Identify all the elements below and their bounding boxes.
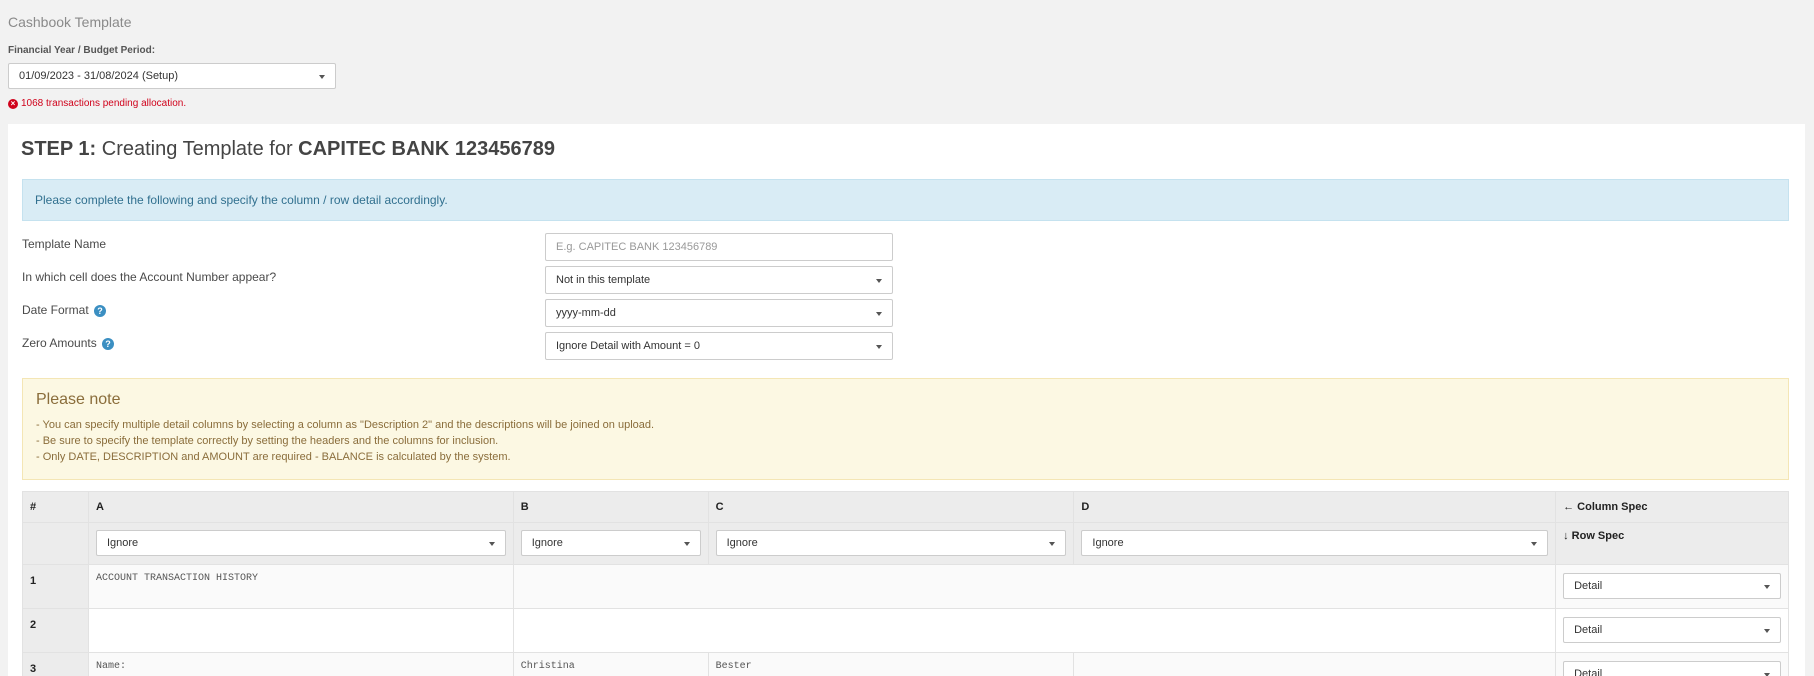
- chevron-down-icon: [1531, 542, 1538, 546]
- row-number: 1: [22, 564, 89, 609]
- table-row: 1 ACCOUNT TRANSACTION HISTORY Detail: [22, 564, 1789, 609]
- chevron-down-icon: [1764, 629, 1770, 633]
- pending-allocation-alert: × 1068 transactions pending allocation.: [8, 98, 186, 109]
- column-header-d: D: [1073, 491, 1557, 523]
- template-card: STEP 1: Creating Template for CAPITEC BA…: [8, 124, 1805, 676]
- row-spec-select[interactable]: Detail: [1563, 617, 1781, 643]
- account-cell-value: Not in this template: [556, 274, 651, 286]
- note-line: - Only DATE, DESCRIPTION and AMOUNT are …: [36, 451, 511, 463]
- column-a-select[interactable]: Ignore: [95, 530, 506, 556]
- row-cell-a: [87, 608, 514, 653]
- row-cell-b: [512, 564, 1557, 609]
- row-cell-a: Name:: [87, 652, 514, 676]
- financial-year-label: Financial Year / Budget Period:: [8, 45, 156, 56]
- column-header-c: C: [707, 491, 1075, 523]
- column-header-a: A: [87, 491, 514, 523]
- step-title: STEP 1: Creating Template for CAPITEC BA…: [21, 138, 555, 161]
- column-header-b: B: [512, 491, 709, 523]
- step-prefix: STEP 1:: [21, 138, 97, 160]
- row-spec-select[interactable]: Detail: [1563, 661, 1781, 676]
- column-a-select-value: Ignore: [106, 537, 139, 549]
- chevron-down-icon: [683, 542, 690, 546]
- step-bank-name: CAPITEC BANK 123456789: [298, 138, 555, 160]
- note-line: - You can specify multiple detail column…: [36, 419, 655, 431]
- error-circle-icon: ×: [8, 98, 18, 109]
- row-spec-label: ↓ Row Spec: [1555, 522, 1789, 565]
- chevron-down-icon: [876, 312, 882, 316]
- column-c-select-value: Ignore: [726, 537, 758, 549]
- chevron-down-icon: [1049, 542, 1056, 546]
- chevron-down-icon: [488, 542, 495, 546]
- info-alert: Please complete the following and specif…: [22, 179, 1789, 221]
- template-name-label: Template Name: [22, 237, 107, 251]
- account-cell-label: In which cell does the Account Number ap…: [22, 270, 277, 284]
- chevron-down-icon: [1764, 585, 1770, 589]
- date-format-value: yyyy-mm-dd: [556, 307, 616, 319]
- account-cell-select[interactable]: Not in this template: [545, 266, 893, 294]
- row-number: 3: [22, 652, 89, 676]
- financial-year-select[interactable]: 01/09/2023 - 31/08/2024 (Setup): [8, 63, 336, 89]
- grid-hash-header: #: [22, 491, 89, 523]
- chevron-down-icon: [319, 75, 325, 79]
- chevron-down-icon: [876, 345, 882, 349]
- date-format-label: Date Format: [22, 303, 89, 317]
- row-spec-cell: Detail: [1555, 564, 1789, 609]
- zero-amounts-value: Ignore Detail with Amount = 0: [556, 340, 700, 352]
- note-alert: Please note - You can specify multiple d…: [22, 378, 1789, 480]
- column-d-select[interactable]: Ignore: [1081, 530, 1549, 556]
- zero-amounts-select[interactable]: Ignore Detail with Amount = 0: [545, 332, 893, 360]
- chevron-down-icon: [876, 279, 882, 283]
- step-middle: Creating Template for: [96, 138, 299, 160]
- grid-blank-cell: [22, 522, 89, 565]
- row-spec-select[interactable]: Detail: [1563, 573, 1781, 599]
- row-spec-value: Detail: [1574, 668, 1603, 676]
- financial-year-value: 01/09/2023 - 31/08/2024 (Setup): [19, 70, 179, 82]
- page-title: Cashbook Template: [8, 14, 132, 30]
- column-b-select-cell: Ignore: [512, 522, 709, 565]
- pending-allocation-text: 1068 transactions pending allocation.: [21, 98, 187, 109]
- column-c-select[interactable]: Ignore: [715, 530, 1067, 556]
- table-row: 3 Name: Christina Bester Detail: [22, 652, 1789, 676]
- row-spec-cell: Detail: [1555, 652, 1789, 676]
- date-format-row: Date Format ?: [22, 303, 107, 317]
- row-spec-cell: Detail: [1555, 608, 1789, 653]
- row-spec-value: Detail: [1574, 580, 1603, 592]
- column-b-select[interactable]: Ignore: [520, 530, 701, 556]
- column-c-select-cell: Ignore: [707, 522, 1075, 565]
- note-line: - Be sure to specify the template correc…: [36, 435, 499, 447]
- row-spec-value: Detail: [1574, 624, 1603, 636]
- column-d-select-value: Ignore: [1092, 537, 1124, 549]
- row-cell-c: Bester: [707, 652, 1075, 676]
- help-icon[interactable]: ?: [94, 304, 107, 317]
- help-icon[interactable]: ?: [102, 337, 115, 350]
- column-a-select-cell: Ignore: [87, 522, 514, 565]
- row-cell-d: [1073, 652, 1557, 676]
- zero-amounts-label: Zero Amounts: [22, 336, 97, 350]
- row-cell-a: ACCOUNT TRANSACTION HISTORY: [87, 564, 514, 609]
- column-d-select-cell: Ignore: [1073, 522, 1557, 565]
- column-b-select-value: Ignore: [531, 537, 563, 549]
- zero-amounts-row: Zero Amounts ?: [22, 336, 115, 350]
- column-spec-label: ← Column Spec: [1555, 491, 1789, 523]
- row-cell-b: [512, 608, 1557, 653]
- date-format-select[interactable]: yyyy-mm-dd: [545, 299, 893, 327]
- row-cell-b: Christina: [512, 652, 709, 676]
- template-grid: # A B C D ← Column Spec Ignore Ignore Ig…: [22, 491, 1789, 676]
- row-number: 2: [22, 608, 89, 653]
- note-title: Please note: [36, 391, 121, 408]
- table-row: 2 Detail: [22, 608, 1789, 653]
- template-name-input[interactable]: E.g. CAPITEC BANK 123456789: [545, 233, 893, 261]
